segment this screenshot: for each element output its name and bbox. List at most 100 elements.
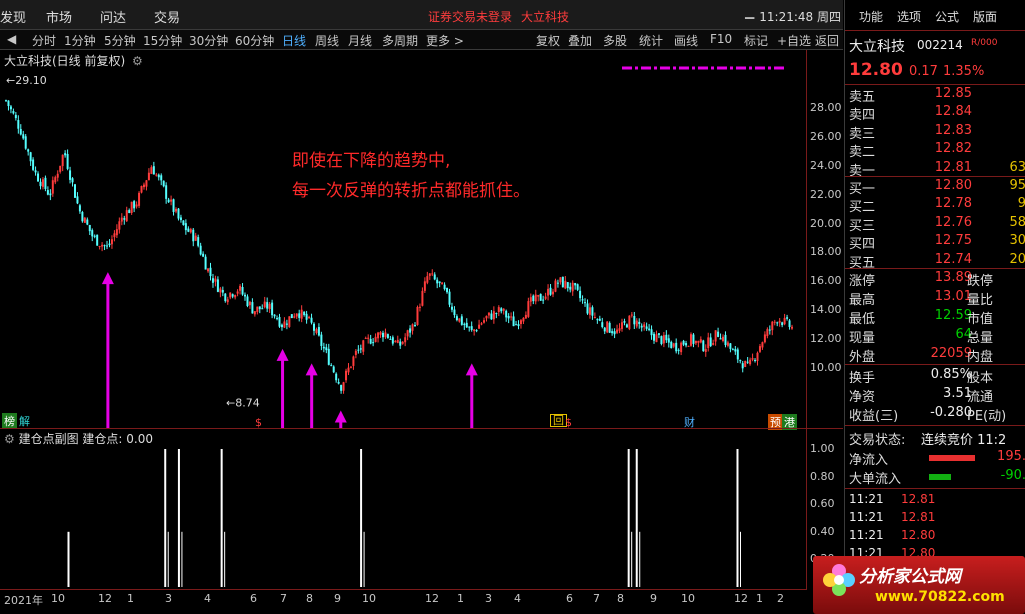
candle xyxy=(202,251,205,258)
candle xyxy=(261,304,264,310)
tick-time: 11:21 xyxy=(849,528,884,542)
tab-period-1min[interactable]: 1分钟 xyxy=(64,32,96,49)
tab-period-daily[interactable]: 日线 xyxy=(282,32,306,49)
candle xyxy=(312,322,315,336)
tool-multi-stock[interactable]: 多股 xyxy=(603,32,627,49)
tick-price: 12.81 xyxy=(901,510,936,524)
candle xyxy=(689,332,692,347)
menu-formula[interactable]: 公式 xyxy=(935,8,959,25)
order-book-row[interactable]: 买四 12.75 30 xyxy=(849,233,1025,252)
stat-label-2: 内盘 xyxy=(967,350,994,365)
tab-period-30min[interactable]: 30分钟 xyxy=(189,32,228,49)
candle xyxy=(177,208,180,221)
candle xyxy=(345,368,348,383)
price-tick-label: 10.00 xyxy=(810,361,842,375)
menu-options[interactable]: 选项 xyxy=(897,8,921,25)
candle xyxy=(561,276,564,288)
login-notice[interactable]: 证券交易未登录 xyxy=(428,8,512,25)
tag-bang[interactable]: 榜 xyxy=(2,413,17,429)
tool-fuquan[interactable]: 复权 xyxy=(536,32,560,49)
back-button[interactable]: 返回 xyxy=(815,32,839,49)
order-book-row[interactable]: 买二 12.78 9 xyxy=(849,196,1025,215)
time-tick-label: 6 xyxy=(250,592,257,605)
candle xyxy=(515,320,518,326)
more-periods-button[interactable]: 更多 > xyxy=(426,32,464,49)
candle xyxy=(226,296,229,305)
order-book-row[interactable]: 卖二 12.82 xyxy=(849,141,1025,160)
menu-layout[interactable]: 版面 xyxy=(973,8,997,25)
candle xyxy=(386,333,389,339)
divider xyxy=(845,30,1025,31)
candle xyxy=(547,284,550,301)
candle xyxy=(758,344,761,353)
stat-value: 0.85% xyxy=(930,367,972,382)
order-book-row[interactable]: 卖五 12.85 xyxy=(849,86,1025,105)
tool-mark[interactable]: 标记 xyxy=(744,32,768,49)
collapse-icon[interactable]: ◀ xyxy=(7,32,16,46)
time-tick-label: 10 xyxy=(362,592,376,605)
tab-period-fenshi[interactable]: 分时 xyxy=(32,32,56,49)
candle xyxy=(502,308,505,315)
stat-label-2: 股本 xyxy=(967,371,994,386)
order-book-row[interactable]: 卖四 12.84 xyxy=(849,104,1025,124)
tab-period-5min[interactable]: 5分钟 xyxy=(104,32,136,49)
candle xyxy=(246,294,249,308)
order-book-row[interactable]: 卖三 12.83 xyxy=(849,123,1025,142)
tab-period-15min[interactable]: 15分钟 xyxy=(143,32,182,49)
tab-period-60min[interactable]: 60分钟 xyxy=(235,32,274,49)
level-label: 卖四 xyxy=(849,108,876,124)
candle xyxy=(702,339,705,352)
price-chart[interactable]: ←29.10 ←8.74 xyxy=(0,50,806,428)
candle xyxy=(394,339,397,343)
candle xyxy=(455,314,458,322)
candle xyxy=(29,151,32,166)
candle xyxy=(219,286,222,298)
order-book-row[interactable]: 买一 12.80 95 xyxy=(849,178,1025,197)
level-label: 卖五 xyxy=(849,90,876,105)
candle xyxy=(19,124,22,136)
candle xyxy=(278,313,281,328)
candle xyxy=(157,173,160,181)
stat-label: 最高 xyxy=(849,293,876,308)
tab-period-multi[interactable]: 多周期 xyxy=(382,32,418,49)
candle xyxy=(352,355,355,370)
top-menu-bar: 发现 市场 问达 交易 证券交易未登录 大立科技 ▁ 11:21:48 周四 xyxy=(0,0,843,30)
order-book-row[interactable]: 买五 12.74 20 xyxy=(849,252,1025,271)
candle xyxy=(657,333,660,339)
tool-f10[interactable]: F10 xyxy=(710,32,732,46)
annotation-line-2: 每一次反弹的转折点都能抓住。 xyxy=(292,181,530,201)
tool-overlay[interactable]: 叠加 xyxy=(568,32,592,49)
order-book-row[interactable]: 卖一 12.81 63 xyxy=(849,160,1025,179)
tool-draw-line[interactable]: 画线 xyxy=(674,32,698,49)
candle xyxy=(726,340,729,348)
candle xyxy=(763,331,766,344)
candle xyxy=(140,185,143,194)
menu-function[interactable]: 功能 xyxy=(859,8,883,25)
candle xyxy=(487,312,490,319)
menu-discover[interactable]: 发现 xyxy=(0,7,26,26)
candle xyxy=(251,298,254,314)
level-price: 12.80 xyxy=(934,178,972,193)
tab-period-weekly[interactable]: 周线 xyxy=(315,32,339,49)
order-book-row[interactable]: 买三 12.76 58 xyxy=(849,215,1025,234)
candle xyxy=(694,340,697,345)
candle xyxy=(81,210,84,223)
candle xyxy=(788,319,791,330)
menu-market[interactable]: 市场 xyxy=(46,7,72,26)
logo-url: www.70822.com xyxy=(875,589,1005,605)
tab-period-monthly[interactable]: 月线 xyxy=(348,32,372,49)
tool-stats[interactable]: 统计 xyxy=(639,32,663,49)
menu-wenda[interactable]: 问达 xyxy=(100,7,126,26)
candle xyxy=(576,283,579,292)
candle xyxy=(93,234,96,239)
tag-jie[interactable]: 解 xyxy=(17,413,32,429)
menu-trade[interactable]: 交易 xyxy=(154,7,180,26)
sub-chart[interactable] xyxy=(0,429,806,589)
stock-notice[interactable]: 大立科技 xyxy=(521,8,569,25)
candle xyxy=(381,330,384,342)
candle xyxy=(623,318,626,326)
candle xyxy=(517,320,520,330)
stat-label: 最低 xyxy=(849,312,876,327)
add-watchlist-button[interactable]: +自选 xyxy=(777,32,811,49)
candle xyxy=(165,182,168,204)
